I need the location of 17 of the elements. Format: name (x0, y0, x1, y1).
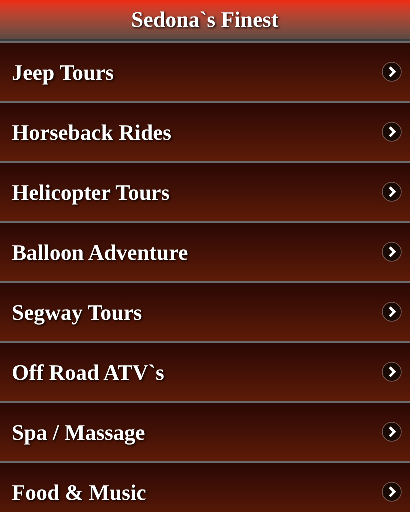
menu-item[interactable]: Horseback Rides (0, 101, 410, 161)
chevron-right-icon (382, 482, 402, 502)
menu-item[interactable]: Jeep Tours (0, 41, 410, 101)
menu-item[interactable]: Helicopter Tours (0, 161, 410, 221)
chevron-right-icon (382, 122, 402, 142)
menu-item[interactable]: Spa / Massage (0, 401, 410, 461)
chevron-right-icon (382, 182, 402, 202)
chevron-right-icon (382, 242, 402, 262)
menu-item[interactable]: Off Road ATV`s (0, 341, 410, 401)
chevron-right-icon (382, 362, 402, 382)
chevron-right-icon (382, 422, 402, 442)
app-title: Sedona`s Finest (131, 6, 279, 34)
menu-item[interactable]: Food & Music (0, 461, 410, 512)
chevron-right-icon (382, 62, 402, 82)
chevron-right-icon (382, 302, 402, 322)
menu-item[interactable]: Balloon Adventure (0, 221, 410, 281)
menu-item[interactable]: Segway Tours (0, 281, 410, 341)
